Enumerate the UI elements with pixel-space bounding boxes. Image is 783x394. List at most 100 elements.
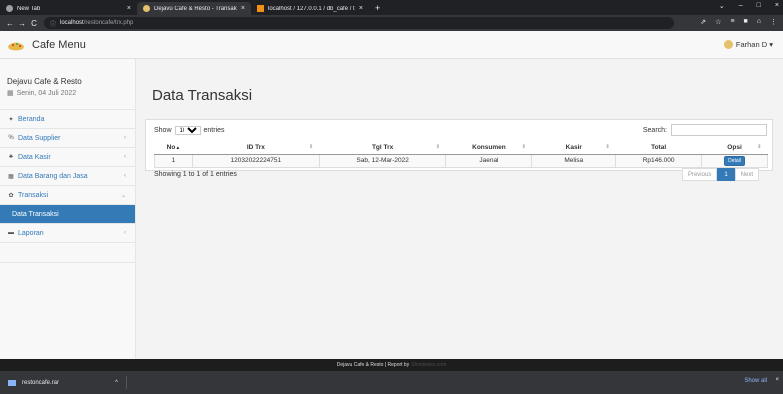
sidebar-subitem-data-transaksi[interactable]: Data Transaksi xyxy=(0,205,135,224)
page-1-button[interactable]: 1 xyxy=(717,168,735,181)
col-header-id-trx[interactable]: ID Trx ⇕ xyxy=(192,142,320,155)
sidebar-date-text: Senin, 04 Juli 2022 xyxy=(16,89,77,97)
folder-icon: ▬ xyxy=(8,230,14,236)
footer-link[interactable]: Shindeviss.com xyxy=(411,362,446,368)
sidebar-info: Dejavu Cafe & Resto ▦ Senin, 04 Juli 202… xyxy=(0,59,135,110)
back-icon[interactable]: ← xyxy=(4,19,16,28)
side-panel-icon[interactable]: ■ xyxy=(744,18,748,26)
user-menu[interactable]: Farhan D ▾ xyxy=(723,40,773,49)
maximize-icon[interactable]: □ xyxy=(757,2,761,10)
close-shelf-icon[interactable]: × xyxy=(775,377,779,383)
cafe-logo-icon xyxy=(8,42,24,50)
archive-file-icon xyxy=(8,379,16,386)
minimize-icon[interactable]: – xyxy=(739,2,743,10)
url-path: /restoncafe/trx.php xyxy=(83,20,134,26)
tab-label: localhost / 127.0.0.1 / db_cafe / t xyxy=(268,5,355,12)
transaksi-table: No▲ ID Trx ⇕ Tgl Trx ⇕ Konsumen ⇕ Kasir ⇕ To… xyxy=(154,142,768,168)
footer-text: Dejavu Cafe & Resto | Report by xyxy=(336,362,410,368)
col-header-total[interactable]: Total xyxy=(615,142,702,155)
search-input[interactable] xyxy=(671,124,767,136)
cell-tgl-trx: Sab, 12-Mar-2022 xyxy=(318,153,447,168)
table-info: Showing 1 to 1 of 1 entries xyxy=(154,171,237,178)
table-search: Search: xyxy=(643,124,767,136)
col-header-no[interactable]: No▲ xyxy=(154,142,193,155)
col-header-label: Opsi xyxy=(727,144,742,152)
users-icon: ♣ xyxy=(9,154,13,160)
sidebar-item-label: Transaksi xyxy=(18,191,49,199)
gear-icon: ✿ xyxy=(8,192,14,199)
browser-tab-new-tab[interactable]: New Tab × xyxy=(0,2,137,15)
show-label: Show xyxy=(154,127,172,134)
sidebar-item-data-kasir[interactable]: ♣ Data Kasir ‹ xyxy=(0,148,135,167)
browser-tab-transaksi[interactable]: Dejavu Cafe & Resto - Transaksi × xyxy=(137,2,251,15)
tab-label: Dejavu Cafe & Resto - Transaksi xyxy=(154,5,237,12)
sidebar-item-beranda[interactable]: ✦ Beranda xyxy=(0,110,135,129)
tab-close-icon[interactable]: × xyxy=(127,5,131,12)
cafe-favicon-icon xyxy=(143,5,150,12)
sort-icon: ⇕ xyxy=(605,144,610,150)
table-header-row: No▲ ID Trx ⇕ Tgl Trx ⇕ Konsumen ⇕ Kasir ⇕ To… xyxy=(154,142,768,155)
browser-tab-strip: New Tab × Dejavu Cafe & Resto - Transaks… xyxy=(0,0,783,15)
sort-asc-icon: ▲ xyxy=(175,145,181,152)
download-item[interactable]: restoncafe.rar ^ xyxy=(8,376,127,389)
search-label: Search: xyxy=(642,126,667,134)
sidebar-item-data-supplier[interactable]: % Data Supplier ‹ xyxy=(0,129,135,148)
app-title: Cafe Menu xyxy=(32,38,86,51)
main-content: Data Transaksi Show 10 entries Search: N… xyxy=(136,59,783,359)
close-window-icon[interactable]: × xyxy=(775,2,779,10)
datatable-panel: Show 10 entries Search: No▲ ID Trx ⇕ Tgl … xyxy=(145,119,773,181)
cell-kasir: Melisa xyxy=(531,153,617,168)
bookmark-star-icon[interactable]: ☆ xyxy=(715,18,721,26)
entries-label: entries xyxy=(203,127,225,134)
col-header-label: Total xyxy=(651,144,667,152)
col-header-opsi[interactable]: Opsi ⇕ xyxy=(701,142,768,155)
tab-close-icon[interactable]: × xyxy=(241,5,245,12)
info-icon[interactable]: ⓘ xyxy=(50,19,56,28)
sort-icon: ⇕ xyxy=(309,144,314,150)
url-host: localhost xyxy=(60,20,84,26)
url-input[interactable]: ⓘ localhost /restoncafe/trx.php xyxy=(44,17,674,29)
chevron-left-icon: ‹ xyxy=(124,154,126,160)
new-tab-button[interactable]: + xyxy=(369,2,386,15)
reading-list-icon[interactable]: ≡ xyxy=(730,18,734,26)
sidebar-item-label: Data Kasir xyxy=(18,153,51,161)
extension-icon[interactable]: ⌂ xyxy=(757,18,761,26)
col-header-label: ID Trx xyxy=(246,144,265,152)
entries-select[interactable]: 10 xyxy=(174,126,201,135)
brand[interactable]: Cafe Menu xyxy=(0,37,86,53)
chevron-left-icon: ‹ xyxy=(124,173,126,179)
tab-search-icon[interactable]: ⌄ xyxy=(719,2,725,10)
tab-close-icon[interactable]: × xyxy=(359,5,363,12)
reload-icon[interactable]: C xyxy=(28,19,40,28)
sidebar-item-transaksi[interactable]: ✿ Transaksi ⌄ xyxy=(0,186,135,205)
browser-tab-phpmyadmin[interactable]: localhost / 127.0.0.1 / db_cafe / t × xyxy=(251,2,369,15)
cell-konsumen: Jaenal xyxy=(445,153,533,168)
app-header: Cafe Menu Farhan D ▾ xyxy=(0,31,783,59)
grid-icon: ▦ xyxy=(8,173,14,180)
share-icon[interactable]: ⇗ xyxy=(700,18,706,26)
sidebar-item-data-barang[interactable]: ▦ Data Barang dan Jasa ‹ xyxy=(0,167,135,186)
download-shelf: restoncafe.rar ^ Show all × xyxy=(0,371,783,394)
sidebar-app-name: Dejavu Cafe & Resto xyxy=(7,77,82,86)
chevron-left-icon: ‹ xyxy=(124,230,126,236)
col-header-label: Konsumen xyxy=(472,144,506,152)
sidebar-item-laporan[interactable]: ▬ Laporan ‹ xyxy=(0,224,135,243)
col-header-konsumen[interactable]: Konsumen ⇕ xyxy=(445,142,532,155)
browser-toolbar-icons: ⇗ ☆ ≡ ■ ⌂ ⋮ xyxy=(700,18,777,26)
home-icon: ✦ xyxy=(8,116,14,123)
detail-button[interactable]: Detail xyxy=(724,155,745,166)
user-icon xyxy=(723,40,733,49)
col-header-tgl-trx[interactable]: Tgl Trx ⇕ xyxy=(319,142,446,155)
show-all-button[interactable]: Show all xyxy=(744,378,767,384)
sidebar-divider xyxy=(0,243,135,263)
sidebar-item-label: Data Barang dan Jasa xyxy=(18,172,88,180)
menu-kebab-icon[interactable]: ⋮ xyxy=(770,18,777,26)
chevron-up-icon[interactable]: ^ xyxy=(115,380,118,386)
col-header-kasir[interactable]: Kasir ⇕ xyxy=(531,142,616,155)
chevron-down-icon: ⌄ xyxy=(120,193,126,199)
tab-label: New Tab xyxy=(17,5,41,12)
previous-page-button[interactable]: Previous xyxy=(681,168,718,181)
pagination: Previous 1 Next xyxy=(681,168,759,181)
next-page-button[interactable]: Next xyxy=(734,168,759,181)
forward-icon[interactable]: → xyxy=(16,19,28,28)
